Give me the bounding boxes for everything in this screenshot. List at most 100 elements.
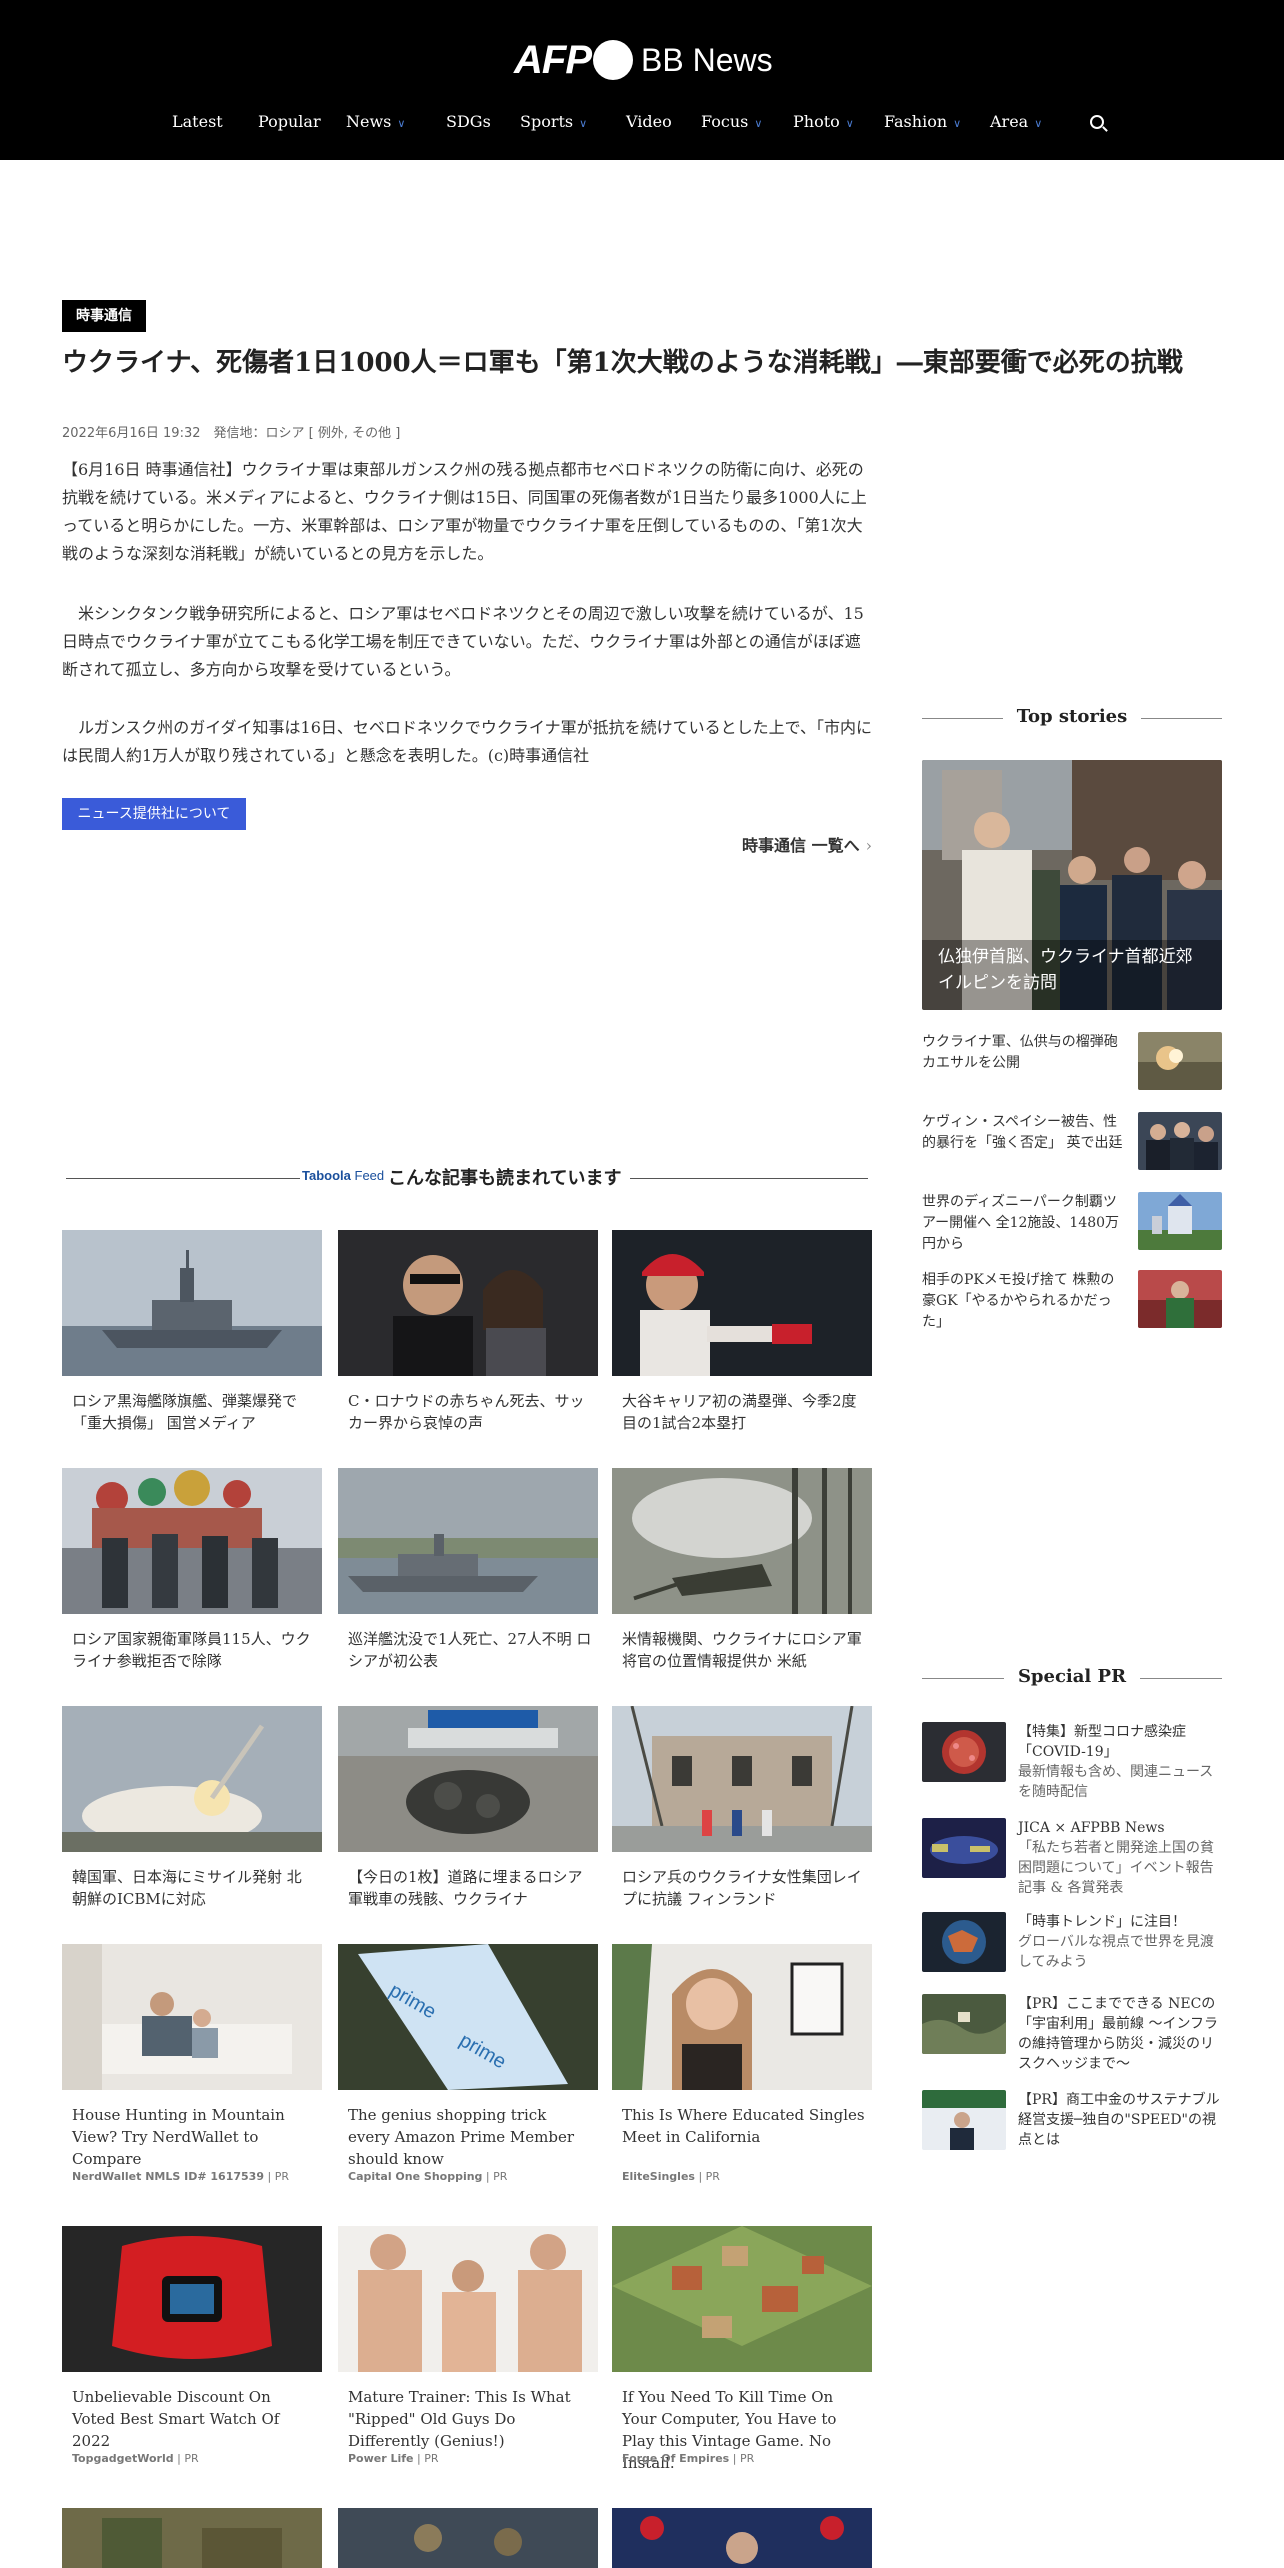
article-paragraph: ルガンスク州のガイダイ知事は16日、セベロドネツクでウクライナ軍が抵抗を続けてい…	[62, 718, 872, 765]
article-paragraph: 【6月16日 時事通信社】ウクライナ軍は東部ルガンスク州の残る拠点都市セベロドネ…	[62, 460, 867, 563]
pr-tag: PR	[274, 2170, 289, 2183]
nav-item-video[interactable]: Video	[626, 112, 672, 131]
card-image	[62, 2508, 322, 2568]
pr-text: 【PR】商工中金のサステナブル経営支援─独自の"SPEED"の視点とは	[1018, 2090, 1222, 2150]
card-image	[62, 1468, 322, 1614]
top-stories-heading: Top stories	[922, 706, 1222, 730]
special-pr-item[interactable]: 【特集】新型コロナ感染症「COVID-19」 最新情報も含め、関連ニュースを随時配…	[922, 1722, 1222, 1802]
nav-item-fashion[interactable]: Fashion ∨	[884, 112, 961, 131]
taboola-brand: Taboola	[302, 1168, 351, 1183]
card-caption: The genius shopping trick every Amazon P…	[348, 2106, 575, 2168]
top-story-title: ケヴィン・スペイシー被告、性的暴行を「強く否定」 英で出廷	[922, 1114, 1123, 1151]
card-caption: 巡洋艦沈没で1人死亡、27人不明 ロシアが初公表	[348, 1630, 592, 1670]
special-pr-item[interactable]: 「時事トレンド」に注目！ グローバルな視点で世界を見渡してみよう	[922, 1912, 1222, 1992]
pr-tag: PR	[739, 2452, 755, 2465]
card-caption: Mature Trainer: This Is What "Ripped" Ol…	[348, 2388, 571, 2450]
pr-text: 「時事トレンド」に注目！ グローバルな視点で世界を見渡してみよう	[1018, 1912, 1222, 1972]
sponsor-name: EliteSingles	[622, 2170, 695, 2183]
nav-item-focus[interactable]: Focus ∨	[701, 112, 762, 131]
pr-title: 【PR】商工中金のサステナブル経営支援─独自の"SPEED"の視点とは	[1018, 2092, 1220, 2148]
nav-label: Latest	[172, 112, 223, 131]
top-story-item[interactable]: ケヴィン・スペイシー被告、性的暴行を「強く否定」 英で出廷	[922, 1112, 1222, 1182]
chevron-down-icon: ∨	[579, 117, 588, 130]
top-story-main[interactable]: 仏独伊首脳、ウクライナ首都近郊イルピンを訪問	[922, 760, 1222, 1010]
top-story-item[interactable]: 世界のディズニーパーク制覇ツアー開催へ 全12施設、1480万円から	[922, 1192, 1222, 1262]
sponsor-name: Power Life	[348, 2452, 414, 2465]
pr-title: JICA × AFPBB News	[1018, 1820, 1165, 1836]
card-image	[612, 1706, 872, 1852]
card-caption: Unbelievable Discount On Voted Best Smar…	[72, 2388, 280, 2450]
top-story-title: ウクライナ軍、仏供与の榴弾砲カエサルを公開	[922, 1034, 1118, 1071]
chevron-right-icon: ›	[865, 836, 872, 855]
pr-text: 【特集】新型コロナ感染症「COVID-19」 最新情報も含め、関連ニュースを随時配…	[1018, 1722, 1222, 1802]
card-caption: 米情報機関、ウクライナにロシア軍将官の位置情報提供か 米紙	[622, 1630, 862, 1670]
chevron-down-icon: ∨	[845, 117, 854, 130]
sponsor-source: Capital One Shopping | PR	[348, 2170, 508, 2183]
top-story-item[interactable]: ウクライナ軍、仏供与の榴弾砲カエサルを公開	[922, 1032, 1222, 1102]
card-caption: 【今日の1枚】道路に埋まるロシア軍戦車の残骸、ウクライナ	[348, 1868, 583, 1908]
logo-bb-text: BB News	[641, 41, 773, 78]
card-image	[338, 1230, 598, 1376]
pr-subtitle: 「私たち若者と開発途上国の貧困問題について」イベント報告記事 & 各賞発表	[1018, 1840, 1214, 1896]
top-story-item[interactable]: 相手のPKメモ投げ捨て 株勲の豪GK「やるかやられるかだった」	[922, 1270, 1222, 1340]
special-pr-item[interactable]: 【PR】商工中金のサステナブル経営支援─独自の"SPEED"の視点とは	[922, 2090, 1222, 2170]
sponsor-name: Capital One Shopping	[348, 2170, 483, 2183]
chevron-down-icon: ∨	[754, 117, 763, 130]
list-link-label: 時事通信 一覧へ	[742, 836, 860, 855]
pr-text: JICA × AFPBB News 「私たち若者と開発途上国の貧困問題について」イ…	[1018, 1818, 1222, 1898]
site-logo[interactable]: AFP BB News	[514, 36, 773, 84]
card-caption: 大谷キャリア初の満塁弾、今季2度目の1試合2本塁打	[622, 1392, 857, 1432]
pr-thumb	[922, 2090, 1006, 2150]
pr-subtitle: グローバルな視点で世界を見渡してみよう	[1018, 1934, 1214, 1970]
nav-item-popular[interactable]: Popular	[258, 112, 321, 131]
special-pr-item[interactable]: 【PR】ここまでできる NECの「宇宙利用」最前線 ～インフラの維持管理から防災…	[922, 1994, 1222, 2074]
pr-title: 【PR】ここまでできる NECの「宇宙利用」最前線 ～インフラの維持管理から防災…	[1018, 1996, 1219, 2072]
sponsor-name: TopgadgetWorld	[72, 2452, 174, 2465]
nav-label: News	[346, 112, 392, 131]
nav-label: Fashion	[884, 112, 948, 131]
card-caption: ロシア黒海艦隊旗艦、弾薬爆発で「重大損傷」 国営メディア	[72, 1392, 298, 1432]
nav-item-sports[interactable]: Sports ∨	[520, 112, 587, 131]
top-story-thumb	[1138, 1192, 1222, 1250]
nav-item-area[interactable]: Area ∨	[990, 112, 1042, 131]
top-story-thumb	[1138, 1032, 1222, 1090]
top-story-caption: 仏独伊首脳、ウクライナ首都近郊イルピンを訪問	[938, 947, 1193, 993]
card-image	[612, 2226, 872, 2372]
heading-text: Special PR	[1003, 1666, 1141, 1687]
card-image	[338, 2508, 598, 2568]
search-icon[interactable]	[1090, 115, 1104, 129]
news-provider-button[interactable]: ニュース提供社について	[62, 798, 246, 830]
nav-label: Focus	[701, 112, 749, 131]
taboola-logo[interactable]: Taboola Feed	[302, 1168, 384, 1183]
card-image	[62, 1230, 322, 1376]
nav-item-photo[interactable]: Photo ∨	[793, 112, 854, 131]
source-badge[interactable]: 時事通信	[62, 300, 146, 332]
card-caption: This Is Where Educated Singles Meet in C…	[622, 2106, 865, 2146]
nav-item-sdgs[interactable]: SDGs	[446, 112, 491, 131]
pr-thumb	[922, 1818, 1006, 1878]
pr-tag: PR	[184, 2452, 199, 2465]
top-story-title: 世界のディズニーパーク制覇ツアー開催へ 全12施設、1480万円から	[922, 1194, 1120, 1252]
card-image	[612, 1230, 872, 1376]
top-story-thumb	[1138, 1270, 1222, 1328]
pr-thumb	[922, 1722, 1006, 1782]
pr-title: 【特集】新型コロナ感染症「COVID-19」	[1018, 1724, 1186, 1760]
nav-item-news[interactable]: News ∨	[346, 112, 405, 131]
pr-tag: PR	[493, 2170, 508, 2183]
card-caption: ロシア兵のウクライナ女性集団レイプに抗議 フィンランド	[622, 1868, 862, 1908]
sponsor-source: TopgadgetWorld | PR	[72, 2452, 199, 2465]
pr-tag: PR	[424, 2452, 439, 2465]
pr-subtitle: 最新情報も含め、関連ニュースを随時配信	[1018, 1764, 1214, 1800]
nav-item-latest[interactable]: Latest	[172, 112, 223, 131]
article-meta: 2022年6月16日 19:32 発信地：ロシア [ 例外, その他 ]	[62, 426, 401, 441]
special-pr-item[interactable]: JICA × AFPBB News 「私たち若者と開発途上国の貧困問題について」イ…	[922, 1818, 1222, 1898]
card-caption: C・ロナウドの赤ちゃん死去、サッカー界から哀悼の声	[348, 1392, 585, 1432]
pr-text: 【PR】ここまでできる NECの「宇宙利用」最前線 ～インフラの維持管理から防災…	[1018, 1994, 1222, 2074]
sponsor-source: Forge Of Empires | PR	[622, 2452, 755, 2465]
card-image	[612, 2508, 872, 2568]
nav-label: SDGs	[446, 112, 491, 131]
card-image	[338, 1468, 598, 1614]
card-image	[338, 1706, 598, 1852]
provider-list-link[interactable]: 時事通信 一覧へ ›	[734, 832, 872, 856]
chevron-down-icon: ∨	[953, 117, 962, 130]
